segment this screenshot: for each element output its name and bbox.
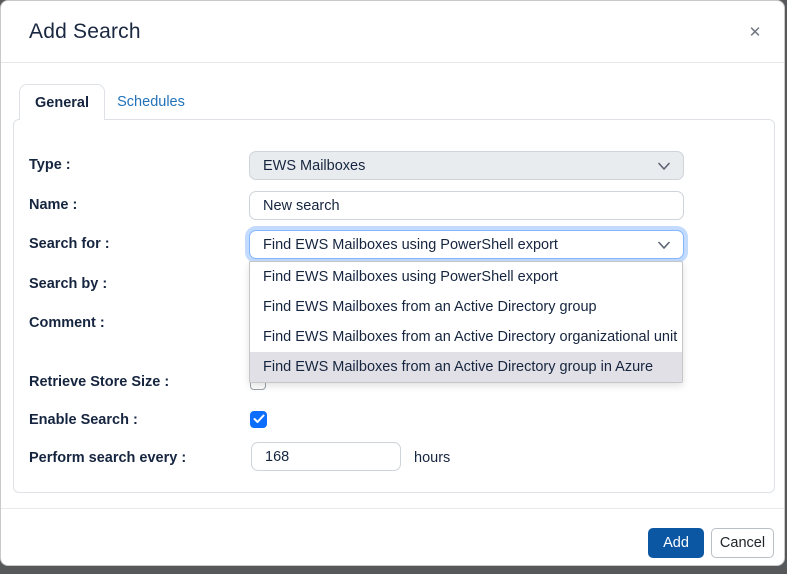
cancel-button[interactable]: Cancel: [711, 528, 774, 558]
comment-label: Comment :: [29, 313, 105, 333]
chevron-down-icon: [657, 160, 671, 176]
enable-search-checkbox[interactable]: [250, 411, 267, 428]
perform-search-every-label: Perform search every :: [29, 448, 186, 468]
search-for-dropdown-list: Find EWS Mailboxes using PowerShell expo…: [249, 261, 683, 383]
search-by-label: Search by :: [29, 274, 107, 294]
name-input[interactable]: [249, 191, 684, 220]
type-label: Type :: [29, 155, 71, 175]
tab-schedules[interactable]: Schedules: [105, 84, 197, 119]
close-icon[interactable]: ✕: [743, 21, 767, 45]
dropdown-option[interactable]: Find EWS Mailboxes from an Active Direct…: [250, 292, 682, 322]
header-divider: [1, 62, 784, 63]
add-button[interactable]: Add: [648, 528, 704, 558]
search-for-select[interactable]: Find EWS Mailboxes using PowerShell expo…: [249, 230, 684, 259]
chevron-down-icon: [657, 239, 671, 255]
dropdown-option-highlighted[interactable]: Find EWS Mailboxes from an Active Direct…: [250, 352, 682, 382]
tab-general[interactable]: General: [19, 84, 105, 120]
dropdown-option[interactable]: Find EWS Mailboxes using PowerShell expo…: [250, 262, 682, 292]
search-for-label: Search for :: [29, 234, 110, 254]
enable-search-label: Enable Search :: [29, 410, 138, 430]
retrieve-store-size-label: Retrieve Store Size :: [29, 372, 169, 392]
footer-divider: [1, 508, 784, 509]
type-select[interactable]: EWS Mailboxes: [249, 151, 684, 180]
search-for-select-value: Find EWS Mailboxes using PowerShell expo…: [263, 237, 558, 253]
dropdown-option[interactable]: Find EWS Mailboxes from an Active Direct…: [250, 322, 682, 352]
perform-search-every-input[interactable]: [251, 442, 401, 471]
hours-unit-label: hours: [414, 448, 450, 468]
dialog-title: Add Search: [29, 20, 141, 44]
checkmark-icon: [253, 411, 265, 429]
type-select-value: EWS Mailboxes: [263, 158, 365, 174]
add-search-dialog: Add Search ✕ General Schedules Type : Na…: [0, 0, 785, 566]
name-label: Name :: [29, 195, 77, 215]
